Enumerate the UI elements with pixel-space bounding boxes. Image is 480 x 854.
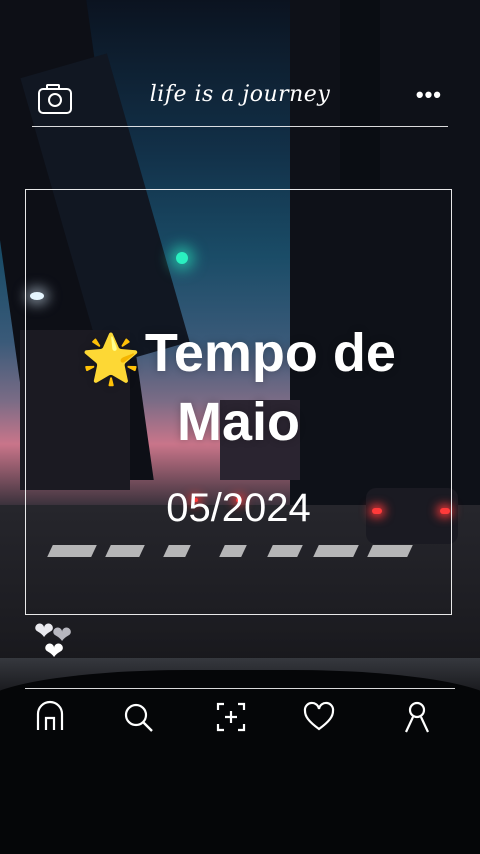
bottom-divider <box>25 688 455 689</box>
headline-text: Tempo de Maio <box>144 323 396 452</box>
post-date: 05/2024 <box>166 486 311 530</box>
heart-icon[interactable] <box>302 700 336 734</box>
add-icon[interactable] <box>214 700 248 734</box>
profile-icon[interactable] <box>400 700 434 734</box>
search-icon[interactable] <box>121 700 155 734</box>
post-headline: 🌟Tempo de Maio <box>26 322 451 453</box>
heart-icon: ❤ <box>44 638 65 665</box>
car-dashboard <box>0 670 480 854</box>
post-frame: 🌟Tempo de Maio 05/2024 <box>25 189 452 615</box>
top-bar: life is a journey ••• <box>32 78 448 127</box>
more-horizontal-icon[interactable]: ••• <box>416 84 442 106</box>
app-title: life is a journey <box>149 82 331 107</box>
home-icon[interactable] <box>33 700 67 734</box>
hearts-icon[interactable]: ❤ ❤ ❤ <box>34 620 78 666</box>
star-icon: 🌟 <box>81 333 141 386</box>
